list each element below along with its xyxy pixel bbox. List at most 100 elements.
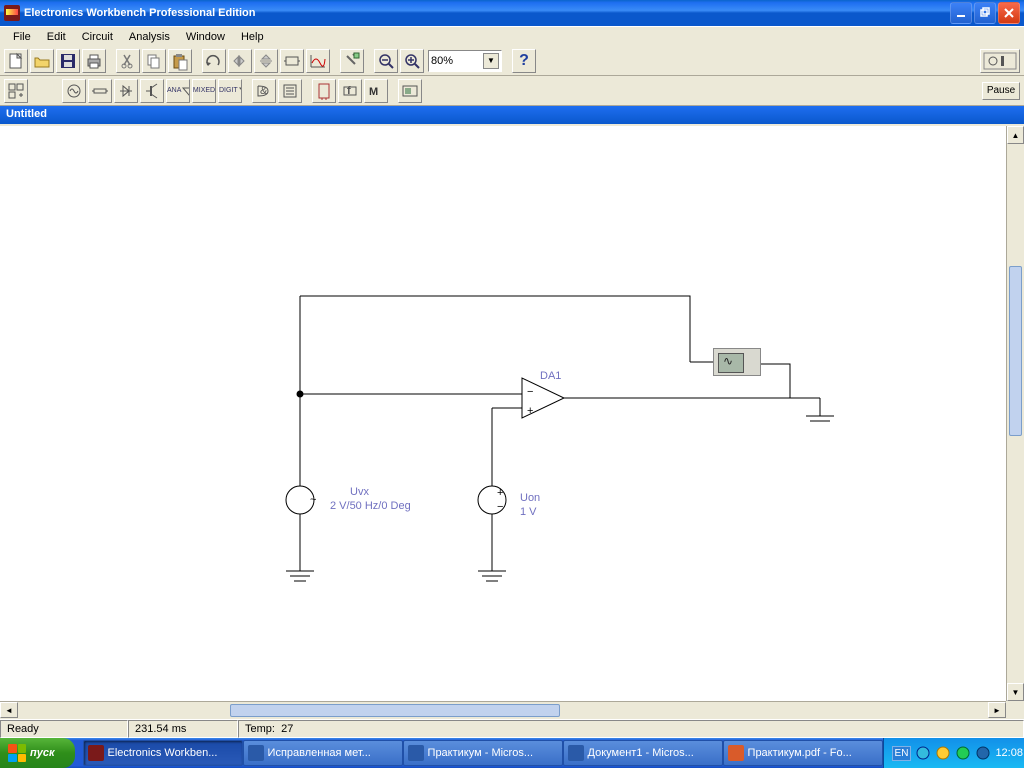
parts-bin-button[interactable]	[4, 79, 28, 103]
taskbar-item-word3[interactable]: Документ1 - Micros...	[563, 740, 723, 766]
digital-button[interactable]	[278, 79, 302, 103]
dc-source-params: 1 V	[520, 506, 537, 518]
misc-button[interactable]: M	[364, 79, 388, 103]
svg-text:−: −	[497, 501, 503, 513]
schematic-canvas[interactable]: − + + − ~	[0, 126, 1006, 701]
svg-text:−: −	[527, 386, 533, 398]
toolbar-components: ANA MIXED DIGIT & f M Pause	[0, 76, 1024, 106]
zoom-out-button[interactable]	[374, 49, 398, 73]
menu-circuit[interactable]: Circuit	[75, 30, 120, 44]
vertical-scrollbar[interactable]: ▲ ▼	[1006, 126, 1024, 701]
restore-button[interactable]	[974, 2, 996, 24]
toolbar-main: 80% ▼ ?	[0, 46, 1024, 76]
document-titlebar: Untitled	[0, 106, 1024, 124]
taskbar-item-ewb[interactable]: Electronics Workben...	[83, 740, 243, 766]
logic-gates-button[interactable]: &	[252, 79, 276, 103]
menu-window[interactable]: Window	[179, 30, 232, 44]
svg-text:+: +	[527, 405, 533, 417]
window-title: Electronics Workbench Professional Editi…	[24, 7, 950, 19]
sources-button[interactable]	[62, 79, 86, 103]
mixed-ics-button[interactable]: MIXED	[192, 79, 216, 103]
windows-taskbar: пуск Electronics Workben... Исправленная…	[0, 738, 1024, 768]
scroll-down-button[interactable]: ▼	[1007, 683, 1024, 701]
cut-button[interactable]	[116, 49, 140, 73]
tray-icon[interactable]	[955, 745, 971, 761]
menu-bar: File Edit Circuit Analysis Window Help	[0, 26, 1024, 46]
scroll-v-thumb[interactable]	[1009, 266, 1022, 436]
graph-button[interactable]	[306, 49, 330, 73]
svg-text:&: &	[260, 85, 268, 97]
zoom-in-button[interactable]	[400, 49, 424, 73]
tray-icon[interactable]	[975, 745, 991, 761]
print-button[interactable]	[82, 49, 106, 73]
taskbar-item-word2[interactable]: Практикум - Micros...	[403, 740, 563, 766]
dc-source-name: Uon	[520, 492, 540, 504]
minimize-button[interactable]	[950, 2, 972, 24]
horizontal-scrollbar[interactable]: ◄ ►	[0, 701, 1006, 719]
opamp-ref-label: DA1	[540, 370, 561, 382]
chevron-down-icon[interactable]: ▼	[483, 53, 499, 69]
help-button[interactable]: ?	[512, 49, 536, 73]
app-icon	[88, 745, 104, 761]
indicators-button[interactable]	[312, 79, 336, 103]
ac-source-params: 2 V/50 Hz/0 Deg	[330, 500, 411, 512]
basic-button[interactable]	[88, 79, 112, 103]
app-icon	[4, 5, 20, 21]
scroll-h-thumb[interactable]	[230, 704, 560, 717]
pdf-icon	[728, 745, 744, 761]
transistors-button[interactable]	[140, 79, 164, 103]
start-button[interactable]: пуск	[0, 738, 75, 768]
language-indicator[interactable]: EN	[892, 746, 912, 761]
scroll-left-button[interactable]: ◄	[0, 702, 18, 718]
pause-button[interactable]: Pause	[982, 82, 1020, 100]
new-button[interactable]	[4, 49, 28, 73]
taskbar-clock[interactable]: 12:08	[995, 747, 1023, 759]
analog-ics-button[interactable]: ANA	[166, 79, 190, 103]
copy-button[interactable]	[142, 49, 166, 73]
tray-icon[interactable]	[935, 745, 951, 761]
ac-source-name: Uvx	[350, 486, 369, 498]
controls-button[interactable]: f	[338, 79, 362, 103]
svg-text:M: M	[369, 86, 378, 98]
system-tray: EN 12:08	[883, 738, 1024, 768]
status-ready: Ready	[0, 720, 128, 738]
svg-text:~: ~	[310, 494, 316, 506]
svg-text:f: f	[347, 85, 351, 97]
svg-text:+: +	[497, 487, 503, 499]
scroll-right-button[interactable]: ►	[988, 702, 1006, 718]
rotate-button[interactable]	[202, 49, 226, 73]
tray-icon[interactable]	[915, 745, 931, 761]
taskbar-item-word1[interactable]: Исправленная мет...	[243, 740, 403, 766]
flip-h-button[interactable]	[228, 49, 252, 73]
close-button[interactable]	[998, 2, 1020, 24]
properties-button[interactable]	[340, 49, 364, 73]
word-icon	[568, 745, 584, 761]
taskbar-item-foxit[interactable]: Практикум.pdf - Fo...	[723, 740, 883, 766]
zoom-value: 80%	[431, 55, 453, 67]
status-temp: Temp: 27	[238, 720, 1024, 738]
scroll-corner	[1006, 701, 1024, 719]
zoom-combo[interactable]: 80% ▼	[428, 50, 502, 72]
menu-edit[interactable]: Edit	[40, 30, 73, 44]
instruments-button[interactable]	[398, 79, 422, 103]
paste-button[interactable]	[168, 49, 192, 73]
scroll-up-button[interactable]: ▲	[1007, 126, 1024, 144]
diodes-button[interactable]	[114, 79, 138, 103]
status-bar: Ready 231.54 ms Temp: 27	[0, 719, 1024, 738]
save-button[interactable]	[56, 49, 80, 73]
subcircuit-button[interactable]	[280, 49, 304, 73]
window-titlebar: Electronics Workbench Professional Editi…	[0, 0, 1024, 26]
power-switch[interactable]	[980, 49, 1020, 73]
open-button[interactable]	[30, 49, 54, 73]
circuit-diagram: − + + − ~	[0, 126, 1000, 701]
flip-v-button[interactable]	[254, 49, 278, 73]
menu-analysis[interactable]: Analysis	[122, 30, 177, 44]
word-icon	[408, 745, 424, 761]
document-title: Untitled	[6, 108, 47, 120]
windows-logo-icon	[8, 744, 26, 762]
digital-ics-button[interactable]: DIGIT	[218, 79, 242, 103]
word-icon	[248, 745, 264, 761]
oscilloscope-instrument[interactable]	[713, 348, 761, 376]
menu-help[interactable]: Help	[234, 30, 271, 44]
menu-file[interactable]: File	[6, 30, 38, 44]
